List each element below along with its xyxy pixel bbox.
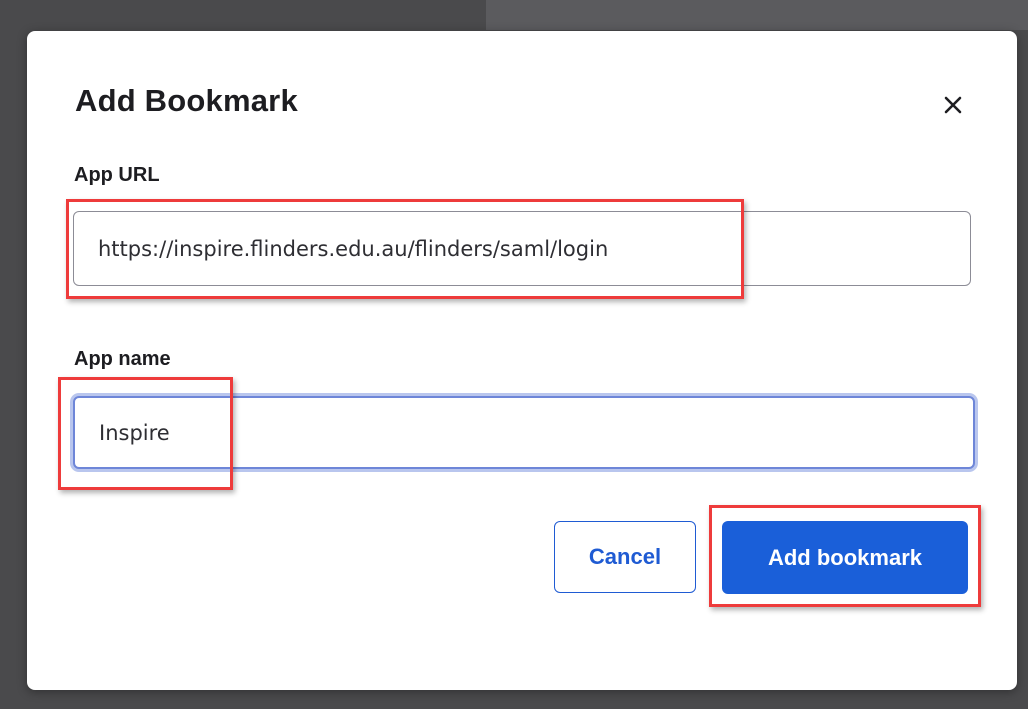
app-url-label: App URL — [74, 164, 160, 186]
app-url-input[interactable] — [73, 211, 971, 286]
app-name-input[interactable] — [73, 396, 975, 469]
dialog-title: Add Bookmark — [75, 83, 298, 118]
close-button[interactable] — [935, 87, 971, 123]
close-icon — [935, 95, 971, 115]
cancel-button[interactable]: Cancel — [554, 521, 696, 593]
add-bookmark-dialog: Add Bookmark App URL App name Cancel Add… — [27, 31, 1017, 690]
backdrop — [486, 0, 1028, 30]
app-name-label: App name — [74, 348, 171, 370]
add-bookmark-button[interactable]: Add bookmark — [722, 521, 968, 594]
